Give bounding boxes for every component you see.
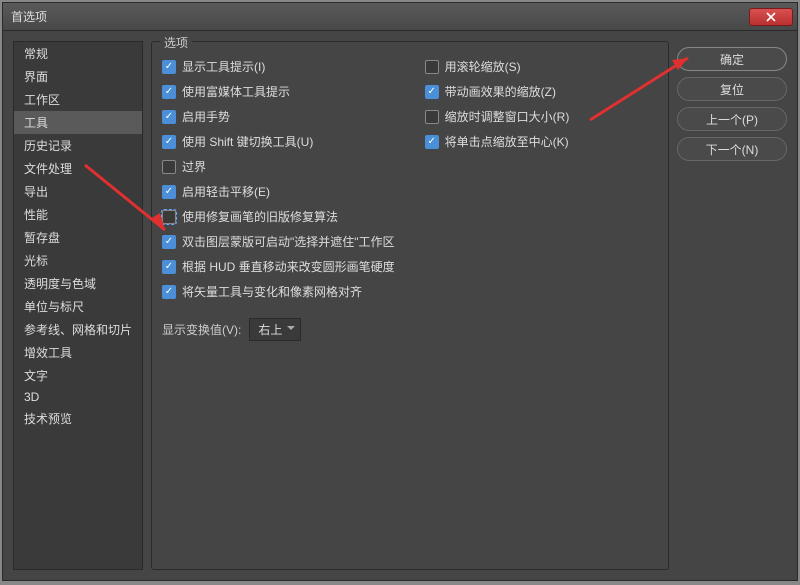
reset-button[interactable]: 复位 (677, 77, 787, 101)
sidebar-item[interactable]: 光标 (14, 249, 142, 272)
close-icon (766, 12, 776, 22)
checkbox-label: 使用富媒体工具提示 (182, 83, 290, 100)
sidebar-item[interactable]: 文字 (14, 364, 142, 387)
checkbox-row: 根据 HUD 垂直移动来改变圆形画笔硬度 (162, 258, 395, 275)
checkbox[interactable] (425, 60, 439, 74)
checkbox-row: 用滚轮缩放(S) (425, 58, 570, 75)
preferences-window: 首选项 常规界面工作区工具历史记录文件处理导出性能暂存盘光标透明度与色域单位与标… (2, 2, 798, 581)
options-right-column: 用滚轮缩放(S) 带动画效果的缩放(Z) 缩放时调整窗口大小(R) 将单击点缩放至中心… (425, 58, 570, 300)
checkbox[interactable] (162, 285, 176, 299)
checkbox-label: 启用手势 (182, 108, 230, 125)
checkbox-label: 过界 (182, 158, 206, 175)
sidebar-item[interactable]: 3D (14, 387, 142, 407)
checkbox-row: 缩放时调整窗口大小(R) (425, 108, 570, 125)
checkbox-label: 显示工具提示(I) (182, 58, 265, 75)
checkbox[interactable] (425, 110, 439, 124)
checkbox-row: 启用轻击平移(E) (162, 183, 395, 200)
checkbox-row: 使用修复画笔的旧版修复算法 (162, 208, 395, 225)
checkbox[interactable] (162, 60, 176, 74)
checkbox[interactable] (162, 210, 176, 224)
checkbox[interactable] (162, 235, 176, 249)
sidebar-item[interactable]: 导出 (14, 180, 142, 203)
sidebar-item[interactable]: 透明度与色域 (14, 272, 142, 295)
checkbox-label: 缩放时调整窗口大小(R) (445, 108, 570, 125)
checkbox-label: 使用修复画笔的旧版修复算法 (182, 208, 338, 225)
sidebar-item[interactable]: 历史记录 (14, 134, 142, 157)
checkbox[interactable] (162, 135, 176, 149)
next-button[interactable]: 下一个(N) (677, 137, 787, 161)
checkbox[interactable] (162, 85, 176, 99)
checkbox[interactable] (162, 185, 176, 199)
checkbox-row: 使用富媒体工具提示 (162, 83, 395, 100)
checkbox[interactable] (425, 135, 439, 149)
dropdown-label: 显示变换值(V): (162, 321, 241, 338)
checkbox[interactable] (425, 85, 439, 99)
sidebar-item[interactable]: 常规 (14, 42, 142, 65)
checkbox-row: 启用手势 (162, 108, 395, 125)
checkbox-label: 用滚轮缩放(S) (445, 58, 521, 75)
prev-button[interactable]: 上一个(P) (677, 107, 787, 131)
sidebar-item[interactable]: 增效工具 (14, 341, 142, 364)
checkbox-label: 带动画效果的缩放(Z) (445, 83, 556, 100)
checkbox-row: 双击图层蒙版可启动"选择并遮住"工作区 (162, 233, 395, 250)
sidebar-item[interactable]: 性能 (14, 203, 142, 226)
checkbox[interactable] (162, 260, 176, 274)
sidebar-item[interactable]: 单位与标尺 (14, 295, 142, 318)
panel-title: 选项 (160, 34, 192, 51)
window-title: 首选项 (11, 8, 47, 25)
checkbox-row: 过界 (162, 158, 395, 175)
sidebar-item[interactable]: 暂存盘 (14, 226, 142, 249)
checkbox-row: 使用 Shift 键切换工具(U) (162, 133, 395, 150)
checkbox-row: 将单击点缩放至中心(K) (425, 133, 570, 150)
checkbox-row: 带动画效果的缩放(Z) (425, 83, 570, 100)
options-left-column: 显示工具提示(I) 使用富媒体工具提示启用手势使用 Shift 键切换工具(U) 过… (162, 58, 395, 300)
checkbox-label: 使用 Shift 键切换工具(U) (182, 133, 313, 150)
transform-values-dropdown[interactable]: 右上 (249, 318, 301, 341)
checkbox-label: 将单击点缩放至中心(K) (445, 133, 569, 150)
close-button[interactable] (749, 8, 793, 26)
checkbox-label: 根据 HUD 垂直移动来改变圆形画笔硬度 (182, 258, 395, 275)
sidebar-item[interactable]: 工具 (14, 111, 142, 134)
checkbox-row: 将矢量工具与变化和像素网格对齐 (162, 283, 395, 300)
checkbox-row: 显示工具提示(I) (162, 58, 395, 75)
sidebar-item[interactable]: 界面 (14, 65, 142, 88)
sidebar: 常规界面工作区工具历史记录文件处理导出性能暂存盘光标透明度与色域单位与标尺参考线… (13, 41, 143, 570)
sidebar-item[interactable]: 技术预览 (14, 407, 142, 430)
dialog-buttons: 确定 复位 上一个(P) 下一个(N) (677, 41, 787, 570)
checkbox-label: 双击图层蒙版可启动"选择并遮住"工作区 (182, 233, 395, 250)
options-panel: 选项 显示工具提示(I)使用富媒体工具提示启用手势使用 Shift 键切换工具(… (151, 41, 669, 570)
sidebar-item[interactable]: 工作区 (14, 88, 142, 111)
checkbox[interactable] (162, 110, 176, 124)
ok-button[interactable]: 确定 (677, 47, 787, 71)
checkbox[interactable] (162, 160, 176, 174)
sidebar-item[interactable]: 文件处理 (14, 157, 142, 180)
checkbox-label: 启用轻击平移(E) (182, 183, 270, 200)
transform-values-row: 显示变换值(V): 右上 (162, 318, 658, 341)
checkbox-label: 将矢量工具与变化和像素网格对齐 (182, 283, 362, 300)
titlebar: 首选项 (3, 3, 797, 31)
sidebar-item[interactable]: 参考线、网格和切片 (14, 318, 142, 341)
